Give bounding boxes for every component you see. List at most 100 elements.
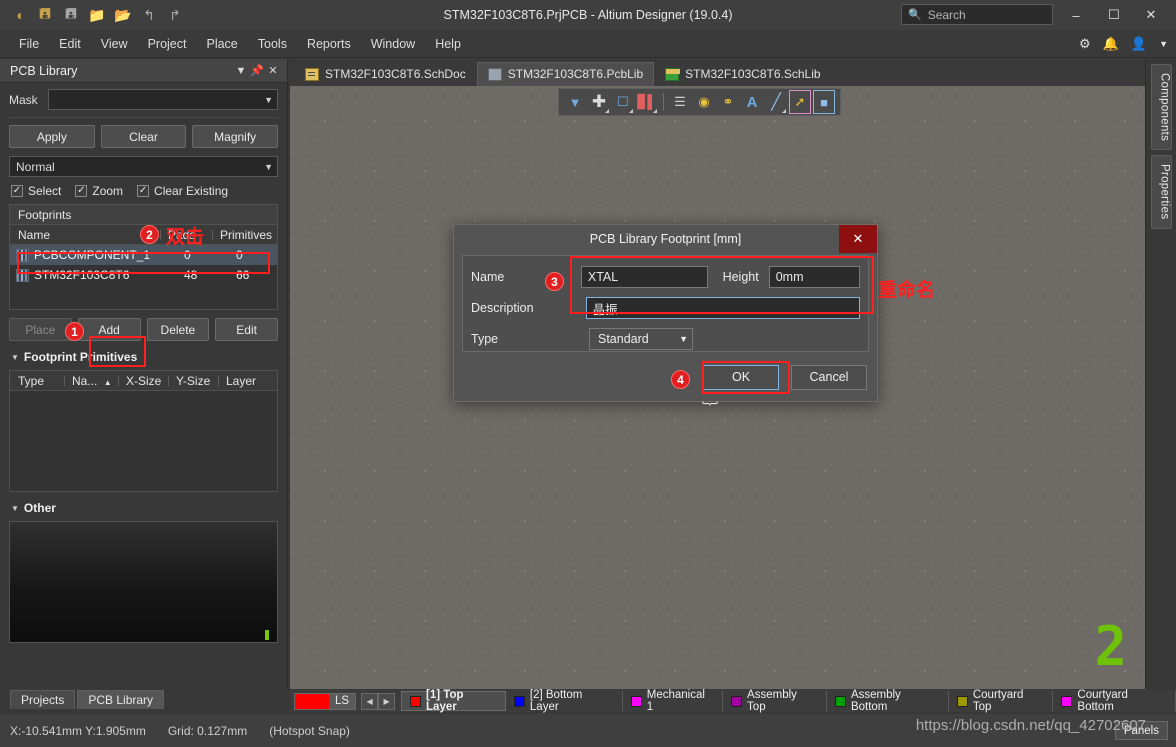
menu-help[interactable]: Help	[426, 34, 470, 54]
layer-next-button[interactable]: ▶	[378, 692, 396, 710]
crosshair-place-icon[interactable]: ✚	[588, 90, 610, 114]
right-tab-components[interactable]: Components	[1150, 64, 1172, 151]
checkbox-clear-existing[interactable]: ✓ Clear Existing	[137, 184, 228, 198]
column-name[interactable]: Name	[10, 228, 160, 242]
column-y-size[interactable]: Y-Size	[168, 374, 218, 388]
menu-tools[interactable]: Tools	[249, 34, 296, 54]
panel-tab-pcb-library[interactable]: PCB Library	[77, 690, 165, 709]
chevron-down-icon[interactable]: ▼	[233, 65, 249, 77]
menu-edit[interactable]: Edit	[50, 34, 90, 54]
tab-pcblib[interactable]: STM32F103C8T6.PcbLib	[476, 62, 655, 86]
mask-row: Mask ▼	[9, 89, 278, 110]
cancel-button[interactable]: Cancel	[791, 364, 867, 390]
schematic-library-icon	[665, 67, 681, 81]
footprint-primitives-header[interactable]: ▼ Footprint Primitives	[11, 350, 278, 364]
name-input[interactable]: XTAL	[580, 266, 708, 288]
height-input[interactable]: 0mm	[768, 266, 861, 288]
right-tab-properties[interactable]: Properties	[1150, 155, 1172, 229]
cursor-coordinates: X:-10.541mm Y:1.905mm	[10, 723, 146, 738]
menu-project[interactable]: Project	[139, 34, 196, 54]
chevron-down-icon[interactable]: ▼	[264, 95, 273, 105]
tab-schlib[interactable]: STM32F103C8T6.SchLib	[654, 62, 832, 86]
column-layer[interactable]: Layer	[218, 374, 256, 388]
footprint-icon	[16, 248, 29, 262]
description-input[interactable]: 晶振	[585, 297, 860, 319]
gear-icon[interactable]: ⚙	[1079, 36, 1091, 52]
pin-icon[interactable]: 📌	[249, 64, 265, 77]
layer-tab-bottom-layer[interactable]: [2] Bottom Layer	[506, 689, 623, 713]
polygon-icon[interactable]: ■	[813, 90, 835, 114]
measure-icon[interactable]: ➚	[789, 90, 811, 114]
undo-icon[interactable]: ↰	[138, 4, 160, 26]
bell-icon[interactable]: 🔔	[1103, 36, 1119, 52]
other-section-header[interactable]: ▼ Other	[11, 501, 278, 515]
dimension-icon[interactable]: ▊▌	[636, 90, 658, 114]
close-button[interactable]: ✕	[1131, 0, 1171, 30]
layer-color-swatch	[410, 695, 422, 707]
footprint-pads: 48	[184, 268, 198, 282]
text-icon[interactable]: A	[741, 90, 763, 114]
checkbox-select[interactable]: ✓ Select	[11, 184, 61, 198]
layer-tab-assembly-top[interactable]: Assembly Top	[723, 689, 827, 713]
magnify-button[interactable]: Magnify	[192, 125, 279, 148]
column-na[interactable]: Na... ▲	[64, 374, 118, 388]
menu-file[interactable]: File	[10, 34, 48, 54]
place-button[interactable]: Place	[9, 318, 72, 341]
via-icon[interactable]: ⚭	[717, 90, 739, 114]
apply-button[interactable]: Apply	[9, 125, 95, 148]
layer-tab-courtyard-top[interactable]: Courtyard Top	[949, 689, 1054, 713]
open-icon[interactable]: 📁	[86, 4, 108, 26]
search-input[interactable]: 🔍 Search	[901, 4, 1053, 25]
layer-tab-top-layer[interactable]: [1] Top Layer	[401, 689, 506, 713]
redo-icon[interactable]: ↱	[164, 4, 186, 26]
filter-icon[interactable]: ▼	[564, 90, 586, 114]
close-icon[interactable]: ✕	[265, 64, 281, 77]
mask-options: ✓ Select ✓ Zoom ✓ Clear Existing	[11, 184, 278, 198]
save-icon[interactable]: 🖪	[34, 4, 56, 26]
title-bar: ◖ 🖪 🖪 📁 📂 ↰ ↱ STM32F103C8T6.PrjPCB - Alt…	[0, 0, 1176, 30]
layer-set-chip[interactable]: LS	[294, 692, 357, 710]
tab-schdoc[interactable]: STM32F103C8T6.SchDoc	[294, 62, 477, 86]
chevron-down-icon[interactable]: ▼	[1159, 39, 1168, 49]
chevron-down-icon[interactable]: ▼	[264, 162, 273, 172]
column-x-size[interactable]: X-Size	[118, 374, 168, 388]
other-preview[interactable]	[9, 521, 278, 643]
column-type[interactable]: Type	[10, 374, 64, 388]
description-value: 晶振	[592, 302, 618, 317]
menu-place[interactable]: Place	[197, 34, 246, 54]
menu-window[interactable]: Window	[362, 34, 424, 54]
open-project-icon[interactable]: 📂	[112, 4, 134, 26]
column-primitives[interactable]: Primitives	[212, 228, 272, 242]
edit-button[interactable]: Edit	[215, 318, 278, 341]
layer-tab-courtyard-bottom[interactable]: Courtyard Bottom	[1053, 689, 1176, 713]
mask-mode-select[interactable]: Normal ▼	[9, 156, 278, 177]
panel-tab-projects[interactable]: Projects	[10, 690, 76, 709]
menu-reports[interactable]: Reports	[298, 34, 360, 54]
dialog-close-button[interactable]: ✕	[839, 225, 877, 253]
minimize-button[interactable]: –	[1057, 0, 1095, 30]
menu-view[interactable]: View	[92, 34, 137, 54]
save-all-icon[interactable]: 🖪	[60, 4, 82, 26]
ok-button[interactable]: OK	[703, 364, 779, 390]
line-icon[interactable]: ╱	[765, 90, 787, 114]
add-button[interactable]: Add	[77, 318, 141, 341]
layer-tab-assembly-bottom[interactable]: Assembly Bottom	[827, 689, 949, 713]
chevron-down-icon[interactable]: ▼	[679, 334, 688, 344]
layer-tab-mechanical-1[interactable]: Mechanical 1	[623, 689, 724, 713]
delete-button[interactable]: Delete	[146, 318, 210, 341]
table-row[interactable]: PCBCOMPONENT_1 0 0	[10, 245, 277, 265]
selection-rect-icon[interactable]: ☐	[612, 90, 634, 114]
maximize-button[interactable]: ☐	[1095, 0, 1133, 30]
table-row[interactable]: STM32F103C8T6 48 66	[10, 265, 277, 285]
layer-prev-button[interactable]: ◀	[361, 692, 379, 710]
clear-button[interactable]: Clear	[100, 125, 187, 148]
account-icon[interactable]: 👤	[1131, 36, 1147, 52]
altium-logo-icon[interactable]: ◖	[8, 4, 30, 26]
component-body-icon[interactable]: ☰	[669, 90, 691, 114]
menu-bar-right-icons: ⚙ 🔔 👤 ▼	[1079, 30, 1168, 58]
checkbox-zoom[interactable]: ✓ Zoom	[75, 184, 123, 198]
type-select[interactable]: Standard ▼	[589, 328, 693, 350]
pad-icon[interactable]: ◉	[693, 90, 715, 114]
tab-schdoc-label: STM32F103C8T6.SchDoc	[325, 67, 466, 81]
mask-input[interactable]: ▼	[47, 89, 278, 110]
